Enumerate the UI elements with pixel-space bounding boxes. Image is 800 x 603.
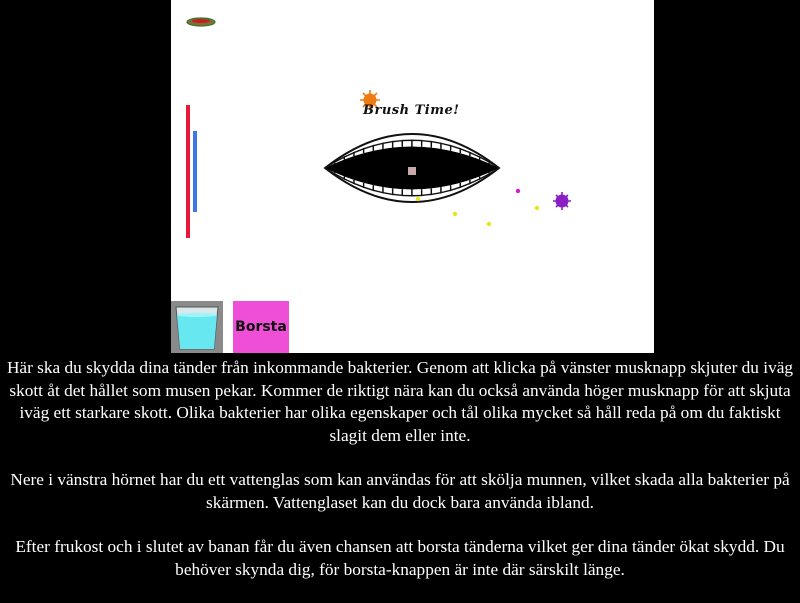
purple-bacteria[interactable] — [553, 192, 571, 210]
game-title: Brush Time! — [363, 103, 460, 118]
pellet — [515, 188, 521, 194]
tooth — [391, 139, 404, 148]
instructions-paragraph-3: Efter frukost och i slutet av banan får … — [15, 537, 785, 579]
aim-cursor — [408, 167, 416, 175]
water-glass-button[interactable] — [171, 301, 223, 353]
instructions: Här ska du skydda dina tänder från inkom… — [0, 357, 800, 603]
tooth — [401, 139, 413, 147]
health-bar — [186, 105, 190, 238]
instructions-paragraph-1: Här ska du skydda dina tänder från inkom… — [6, 358, 794, 445]
tooth — [411, 189, 423, 197]
instructions-paragraph-2: Nere i vänstra hörnet har du ett vatteng… — [10, 470, 790, 512]
shield-bar — [193, 131, 197, 212]
pellet — [452, 211, 458, 217]
tooth — [401, 189, 413, 197]
game-canvas[interactable]: Brush Time! Borsta — [171, 0, 654, 353]
brush-button-label: Borsta — [235, 319, 287, 335]
pellet — [486, 221, 492, 227]
tooth — [420, 188, 433, 197]
tooth — [420, 139, 433, 148]
brush-button[interactable]: Borsta — [233, 301, 289, 353]
tooth — [411, 139, 423, 147]
pellet — [415, 196, 421, 202]
pellet — [534, 205, 540, 211]
tooth — [391, 188, 404, 197]
bacteria-icon — [186, 17, 216, 27]
